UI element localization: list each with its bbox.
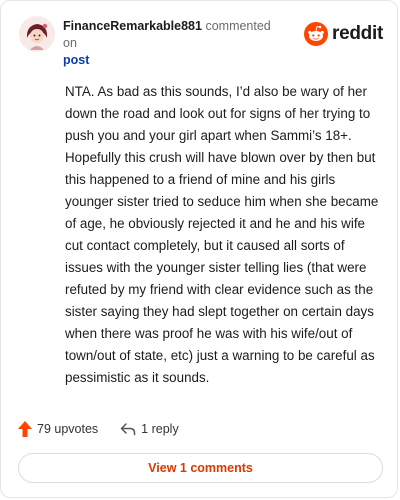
upvote-count: 79 upvotes: [37, 422, 99, 436]
comment-body: NTA. As bad as this sounds, I’d also be …: [65, 84, 379, 385]
reddit-wordmark: reddit: [332, 23, 383, 44]
reddit-alien-icon: [304, 22, 329, 46]
comment-card: FinanceRemarkable881 commented on post r…: [0, 0, 398, 498]
post-link[interactable]: post: [63, 52, 283, 69]
reply-button[interactable]: 1 reply: [120, 422, 179, 436]
user-avatar-icon[interactable]: [19, 16, 55, 52]
view-comments-button[interactable]: View 1 comments: [18, 453, 383, 483]
comment-actions: 79 upvotes 1 reply: [18, 419, 179, 439]
reply-arrow-icon: [120, 423, 136, 436]
upvote-button[interactable]: 79 upvotes: [18, 421, 98, 437]
reply-count: 1 reply: [141, 422, 179, 436]
comment-meta: FinanceRemarkable881 commented on post: [63, 18, 283, 69]
username-link[interactable]: FinanceRemarkable881: [63, 19, 202, 33]
comment-header: FinanceRemarkable881 commented on post r…: [19, 16, 383, 67]
reddit-logo[interactable]: reddit: [304, 21, 383, 47]
upvote-arrow-icon: [18, 421, 32, 437]
